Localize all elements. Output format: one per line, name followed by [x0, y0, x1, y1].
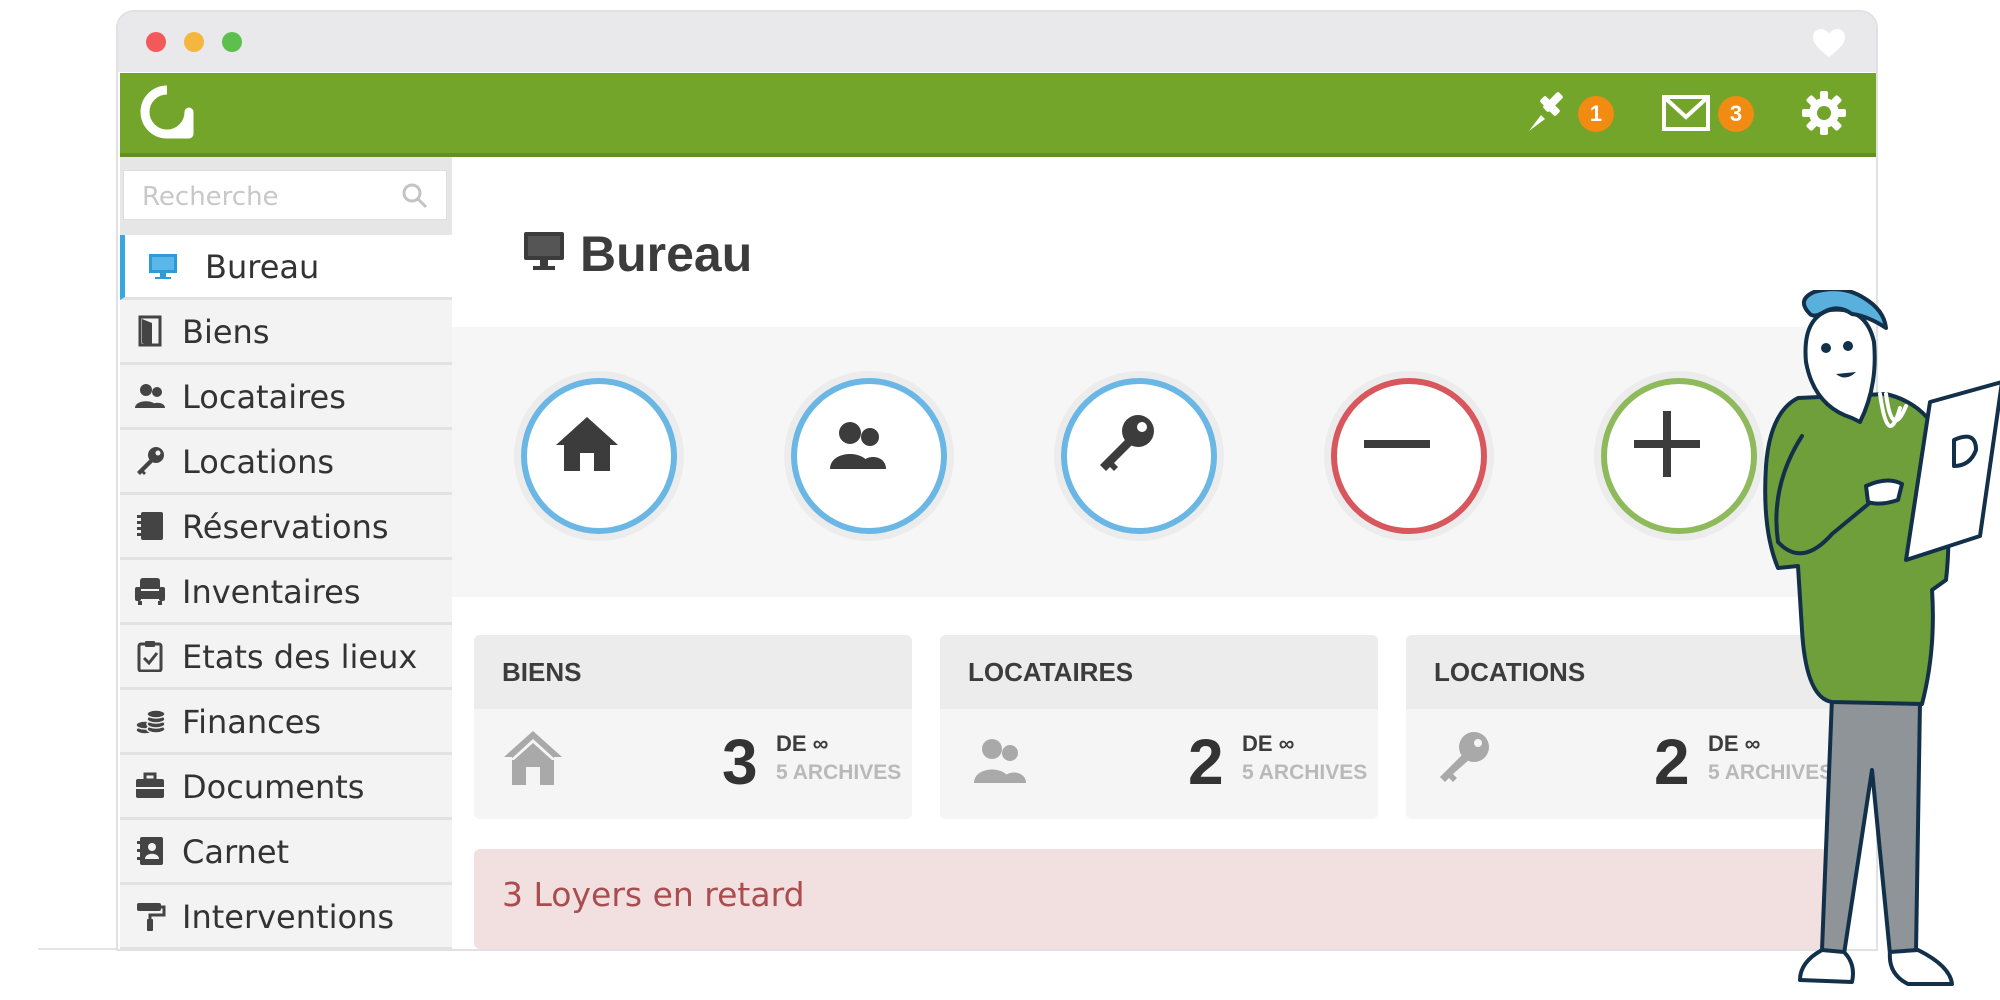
home-icon: [556, 417, 618, 471]
sidebar-item-label: Locations: [182, 443, 335, 481]
sidebar-item-etats-des-lieux[interactable]: Etats des lieux: [120, 625, 452, 690]
stat-card-biens[interactable]: BIENS 3 DE ∞ 5 ARCHIVES: [474, 635, 912, 819]
search-input[interactable]: [140, 179, 394, 215]
home-icon: [504, 731, 562, 785]
pin-count-badge[interactable]: 1: [1578, 96, 1614, 132]
add-location-button[interactable]: [1054, 371, 1224, 541]
sidebar-item-label: Etats des lieux: [182, 638, 418, 676]
stat-card-body: 3 DE ∞ 5 ARCHIVES: [474, 709, 912, 819]
mail-count-badge[interactable]: 3: [1718, 96, 1754, 132]
sidebar-item-label: Finances: [182, 703, 322, 741]
mascot-illustration: [1763, 290, 2000, 986]
sidebar-item-reservations[interactable]: Réservations: [120, 495, 452, 560]
browser-window: 1 3 Bureau Biens Locataires Locat: [118, 12, 1876, 949]
stat-archives[interactable]: 5 ARCHIVES: [1242, 761, 1367, 785]
main-content: Bureau BIENS 3 DE ∞ 5 ARCHIVES LOCATAIRE…: [452, 157, 1876, 949]
sidebar-item-label: Interventions: [182, 898, 394, 936]
stat-archives[interactable]: 5 ARCHIVES: [776, 761, 901, 785]
sidebar-nav: Bureau Biens Locataires Locations Réserv…: [120, 235, 452, 949]
stat-card-title: LOCATAIRES: [968, 657, 1134, 687]
plus-icon: [1634, 411, 1700, 477]
app-logo-icon[interactable]: [140, 85, 194, 139]
key-icon: [1440, 732, 1489, 782]
sidebar-item-bureau[interactable]: Bureau: [120, 235, 452, 300]
window-titlebar: [118, 12, 1876, 72]
notebook-icon: [137, 512, 163, 540]
stat-count: 3: [722, 726, 758, 798]
gear-icon[interactable]: [1800, 89, 1848, 137]
users-icon: [974, 739, 1026, 783]
coins-icon: [135, 709, 166, 735]
stat-card-title: BIENS: [502, 657, 582, 687]
door-icon: [138, 315, 162, 347]
minimize-window-button[interactable]: [184, 32, 204, 52]
page-title-text: Bureau: [580, 226, 753, 282]
key-icon: [1100, 415, 1154, 471]
quick-actions: [452, 327, 1876, 597]
add-income-button[interactable]: [1594, 371, 1764, 541]
users-icon: [830, 422, 886, 469]
maximize-window-button[interactable]: [222, 32, 242, 52]
sidebar-item-label: Bureau: [205, 248, 320, 286]
sidebar-item-label: Biens: [182, 313, 270, 351]
sidebar-item-finances[interactable]: Finances: [120, 690, 452, 755]
app-header: 1 3: [120, 73, 1876, 157]
stat-count: 2: [1654, 726, 1690, 798]
stat-card-title: LOCATIONS: [1434, 657, 1586, 687]
add-expense-button[interactable]: [1324, 371, 1494, 541]
stat-card-locataires[interactable]: LOCATAIRES 2 DE ∞ 5 ARCHIVES: [940, 635, 1378, 819]
add-bien-button[interactable]: [514, 371, 684, 541]
stat-count: 2: [1188, 726, 1224, 798]
address-book-icon: [137, 837, 163, 865]
close-window-button[interactable]: [146, 32, 166, 52]
sidebar-item-locations[interactable]: Locations: [120, 430, 452, 495]
sidebar-item-label: Réservations: [182, 508, 389, 546]
sidebar: Bureau Biens Locataires Locations Réserv…: [120, 157, 452, 949]
armchair-icon: [135, 578, 165, 605]
add-locataire-button[interactable]: [784, 371, 954, 541]
sidebar-item-documents[interactable]: Documents: [120, 755, 452, 820]
briefcase-icon: [136, 772, 164, 798]
mail-icon[interactable]: [1662, 93, 1710, 133]
late-rent-alert[interactable]: 3 Loyers en retard: [474, 849, 1846, 949]
users-icon: [135, 384, 165, 408]
stat-card-body: 2 DE ∞ 5 ARCHIVES: [940, 709, 1378, 819]
key-icon: [137, 447, 164, 475]
sidebar-item-biens[interactable]: Biens: [120, 300, 452, 365]
stat-limit: DE ∞: [776, 731, 829, 756]
clipboard-check-icon: [137, 641, 163, 672]
heart-icon[interactable]: [1812, 28, 1846, 58]
sidebar-item-carnet[interactable]: Carnet: [120, 820, 452, 885]
monitor-icon: [149, 254, 177, 279]
stat-limit: DE ∞: [1242, 731, 1295, 756]
sidebar-item-label: Carnet: [182, 833, 290, 871]
search-icon[interactable]: [402, 183, 428, 209]
sidebar-item-interventions[interactable]: Interventions: [120, 885, 452, 949]
stat-card-header: BIENS: [474, 635, 912, 709]
alert-text: 3 Loyers en retard: [502, 875, 805, 914]
sidebar-item-label: Inventaires: [182, 573, 361, 611]
sidebar-item-label: Documents: [182, 768, 365, 806]
minus-icon: [1364, 440, 1430, 448]
sidebar-item-inventaires[interactable]: Inventaires: [120, 560, 452, 625]
pin-icon[interactable]: [1525, 89, 1571, 135]
sidebar-item-locataires[interactable]: Locataires: [120, 365, 452, 430]
search-box: [123, 170, 447, 220]
page-title: Bureau: [522, 225, 752, 283]
sidebar-item-label: Locataires: [182, 378, 346, 416]
paint-roller-icon: [137, 903, 166, 931]
stat-card-header: LOCATAIRES: [940, 635, 1378, 709]
